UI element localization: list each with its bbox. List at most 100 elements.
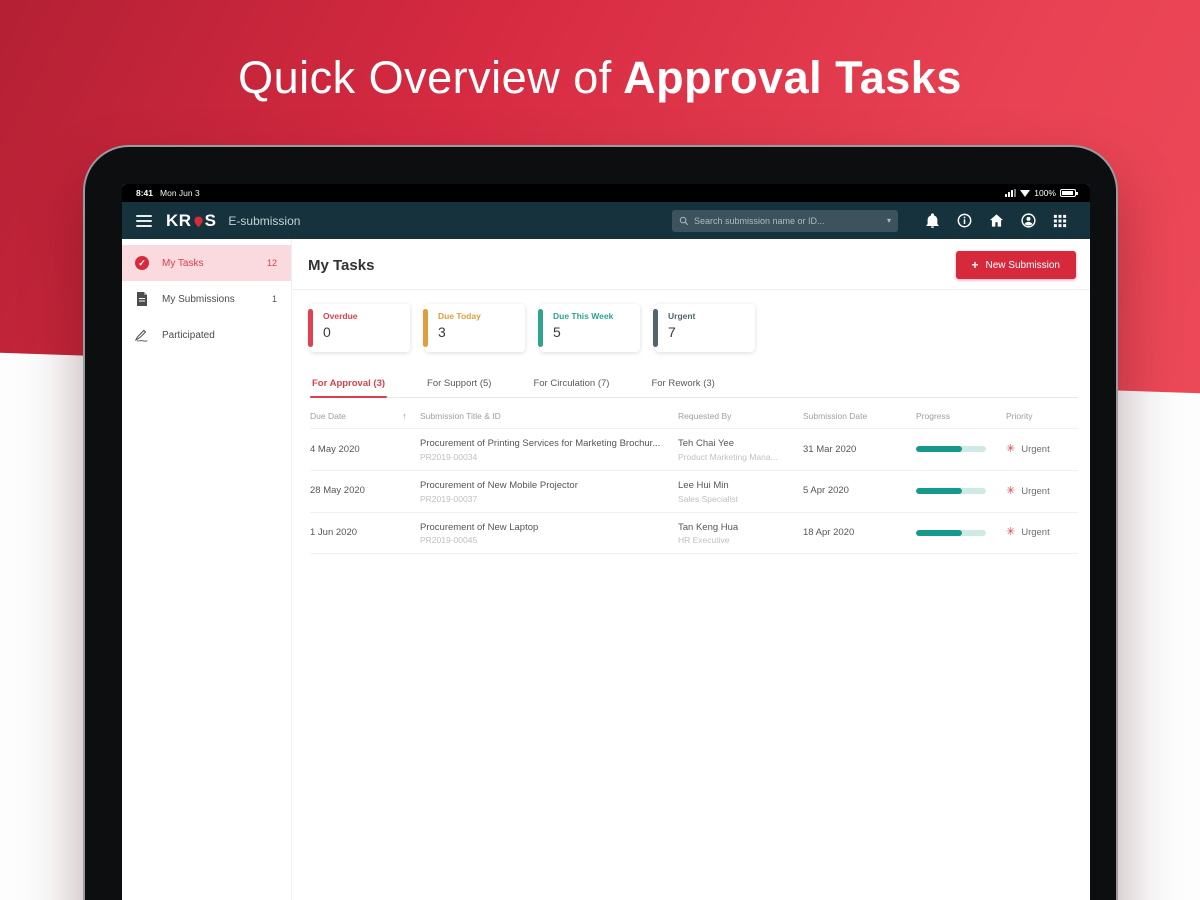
home-button[interactable] (980, 205, 1012, 237)
table-row[interactable]: 28 May 2020 Procurement of New Mobile Pr… (310, 471, 1078, 513)
logo-text-s: S (204, 210, 217, 230)
hero-title-bold: Approval Tasks (623, 52, 962, 103)
cell-submission-id: PR2019-00045 (420, 535, 478, 546)
urgent-flower-icon: ✳ (1006, 484, 1016, 497)
stat-card-label: Due Today (438, 311, 481, 321)
new-submission-button[interactable]: + New Submission (955, 251, 1076, 279)
sidebar-item-count: 12 (266, 258, 277, 268)
urgent-flower-icon: ✳ (1006, 442, 1016, 455)
col-header-requested-by[interactable]: Requested By (678, 411, 803, 421)
tab-for-approval[interactable]: For Approval (3) (310, 372, 388, 398)
search-box[interactable]: ▾ (672, 209, 898, 232)
cell-requested-by: Lee Hui Min (678, 479, 729, 491)
cell-priority: Urgent (1021, 527, 1050, 539)
cell-title: Procurement of New Laptop (420, 521, 539, 533)
hero-title: Quick Overview of Approval Tasks (0, 52, 1200, 104)
stat-card-label: Urgent (668, 311, 696, 321)
col-header-priority[interactable]: Priority (1006, 411, 1078, 421)
cell-submission-id: PR2019-00034 (420, 451, 478, 462)
stat-card-due-this-week[interactable]: Due This Week 5 (538, 304, 640, 352)
cell-submission-date: 5 Apr 2020 (803, 485, 849, 497)
stat-cards-row: Overdue 0 Due Today 3 Due This Week 5 Ur… (292, 290, 1090, 356)
account-button[interactable] (1012, 205, 1044, 237)
app-name: E-submission (228, 213, 301, 228)
stat-card-value: 0 (323, 324, 331, 340)
marketing-banner: Quick Overview of Approval Tasks 8:41 Mon… (0, 0, 1200, 900)
stat-card-value: 5 (553, 324, 561, 340)
sidebar-item-participated[interactable]: Participated (122, 317, 291, 353)
sidebar-item-my-tasks[interactable]: ✓ My Tasks 12 (122, 245, 291, 281)
stat-card-label: Overdue (323, 311, 358, 321)
progress-bar-fill (916, 446, 962, 453)
tablet-device-frame: 8:41 Mon Jun 3 100% KR S E-submission Se… (83, 145, 1118, 900)
page-title: My Tasks (308, 256, 375, 274)
cell-title: Procurement of New Mobile Projector (420, 479, 578, 491)
stat-card-overdue[interactable]: Overdue 0 (308, 304, 410, 352)
battery-percent: 100% (1034, 188, 1056, 198)
status-date: Mon Jun 3 (160, 188, 200, 198)
stat-card-value: 3 (438, 324, 446, 340)
notifications-button[interactable] (916, 205, 948, 237)
sidebar-item-label: My Tasks (162, 257, 204, 269)
cell-title: Procurement of Printing Services for Mar… (420, 438, 661, 449)
apps-grid-button[interactable] (1044, 205, 1076, 237)
sidebar-item-my-submissions[interactable]: My Submissions 1 (122, 281, 291, 317)
signal-icon (1005, 189, 1017, 197)
cell-submission-date: 18 Apr 2020 (803, 527, 855, 539)
account-icon (1020, 213, 1036, 228)
progress-bar (916, 488, 986, 495)
tab-for-circulation[interactable]: For Circulation (7) (531, 372, 611, 397)
cell-priority: Urgent (1021, 443, 1050, 455)
plus-icon: + (971, 258, 979, 272)
hero-title-light: Quick Overview of (238, 52, 612, 103)
col-header-due-date[interactable]: Due Date (310, 411, 402, 421)
col-header-title[interactable]: Submission Title & ID (420, 411, 678, 421)
cell-due-date: 4 May 2020 (310, 443, 360, 455)
app-content: ✓ My Tasks 12 My Submissions 1 Participa… (122, 239, 1090, 900)
cell-due-date: 1 Jun 2020 (310, 527, 358, 539)
cell-requester-role: Product Marketing Mana... (678, 451, 778, 462)
info-button[interactable] (948, 205, 980, 237)
cell-due-date: 28 May 2020 (310, 485, 365, 497)
new-submission-label: New Submission (985, 259, 1060, 271)
tablet-screen: 8:41 Mon Jun 3 100% KR S E-submission Se… (122, 184, 1090, 900)
tasks-table: Due Date ↑ Submission Title & ID Request… (310, 402, 1078, 555)
search-input[interactable] (694, 215, 883, 226)
task-tabs: For Approval (3) For Support (5) For Cir… (310, 372, 1078, 398)
apps-grid-icon (1053, 214, 1067, 227)
cell-priority: Urgent (1021, 485, 1050, 497)
cell-requester-role: HR Executive (678, 535, 730, 546)
document-icon (134, 291, 150, 307)
search-dropdown-caret-icon[interactable]: ▾ (887, 216, 891, 225)
hamburger-menu-icon[interactable] (136, 214, 152, 227)
tab-for-support[interactable]: For Support (5) (425, 372, 493, 397)
table-row[interactable]: 4 May 2020 Procurement of Printing Servi… (310, 429, 1078, 471)
status-time: 8:41 (136, 188, 154, 198)
status-bar: 8:41 Mon Jun 3 100% (122, 184, 1090, 202)
stat-card-due-today[interactable]: Due Today 3 (423, 304, 525, 352)
cell-submission-date: 31 Mar 2020 (803, 443, 857, 455)
stat-card-urgent[interactable]: Urgent 7 (653, 304, 755, 352)
stat-card-label: Due This Week (553, 311, 614, 321)
progress-bar (916, 446, 986, 453)
kris-logo[interactable]: KR S (166, 211, 216, 231)
home-icon (989, 214, 1003, 227)
wifi-icon (1020, 189, 1031, 197)
col-header-progress[interactable]: Progress (916, 411, 1006, 421)
status-bar-left: 8:41 Mon Jun 3 (136, 188, 207, 198)
table-header-row: Due Date ↑ Submission Title & ID Request… (310, 402, 1078, 429)
cell-submission-id: PR2019-00037 (420, 493, 478, 504)
progress-bar-fill (916, 529, 962, 536)
check-circle-icon: ✓ (134, 255, 150, 271)
col-header-submission-date[interactable]: Submission Date (803, 411, 916, 421)
sidebar-item-count: 1 (271, 294, 277, 304)
main-panel: My Tasks + New Submission Overdue 0 Due … (292, 239, 1090, 900)
sort-arrow-icon[interactable]: ↑ (402, 411, 420, 421)
logo-text-kr: KR (166, 210, 192, 230)
bell-icon (925, 213, 939, 228)
tab-for-rework[interactable]: For Rework (3) (649, 372, 716, 397)
table-row[interactable]: 1 Jun 2020 Procurement of New Laptop PR2… (310, 513, 1078, 555)
search-icon (679, 216, 689, 225)
page-header: My Tasks + New Submission (292, 239, 1090, 290)
stat-card-value: 7 (668, 324, 676, 340)
